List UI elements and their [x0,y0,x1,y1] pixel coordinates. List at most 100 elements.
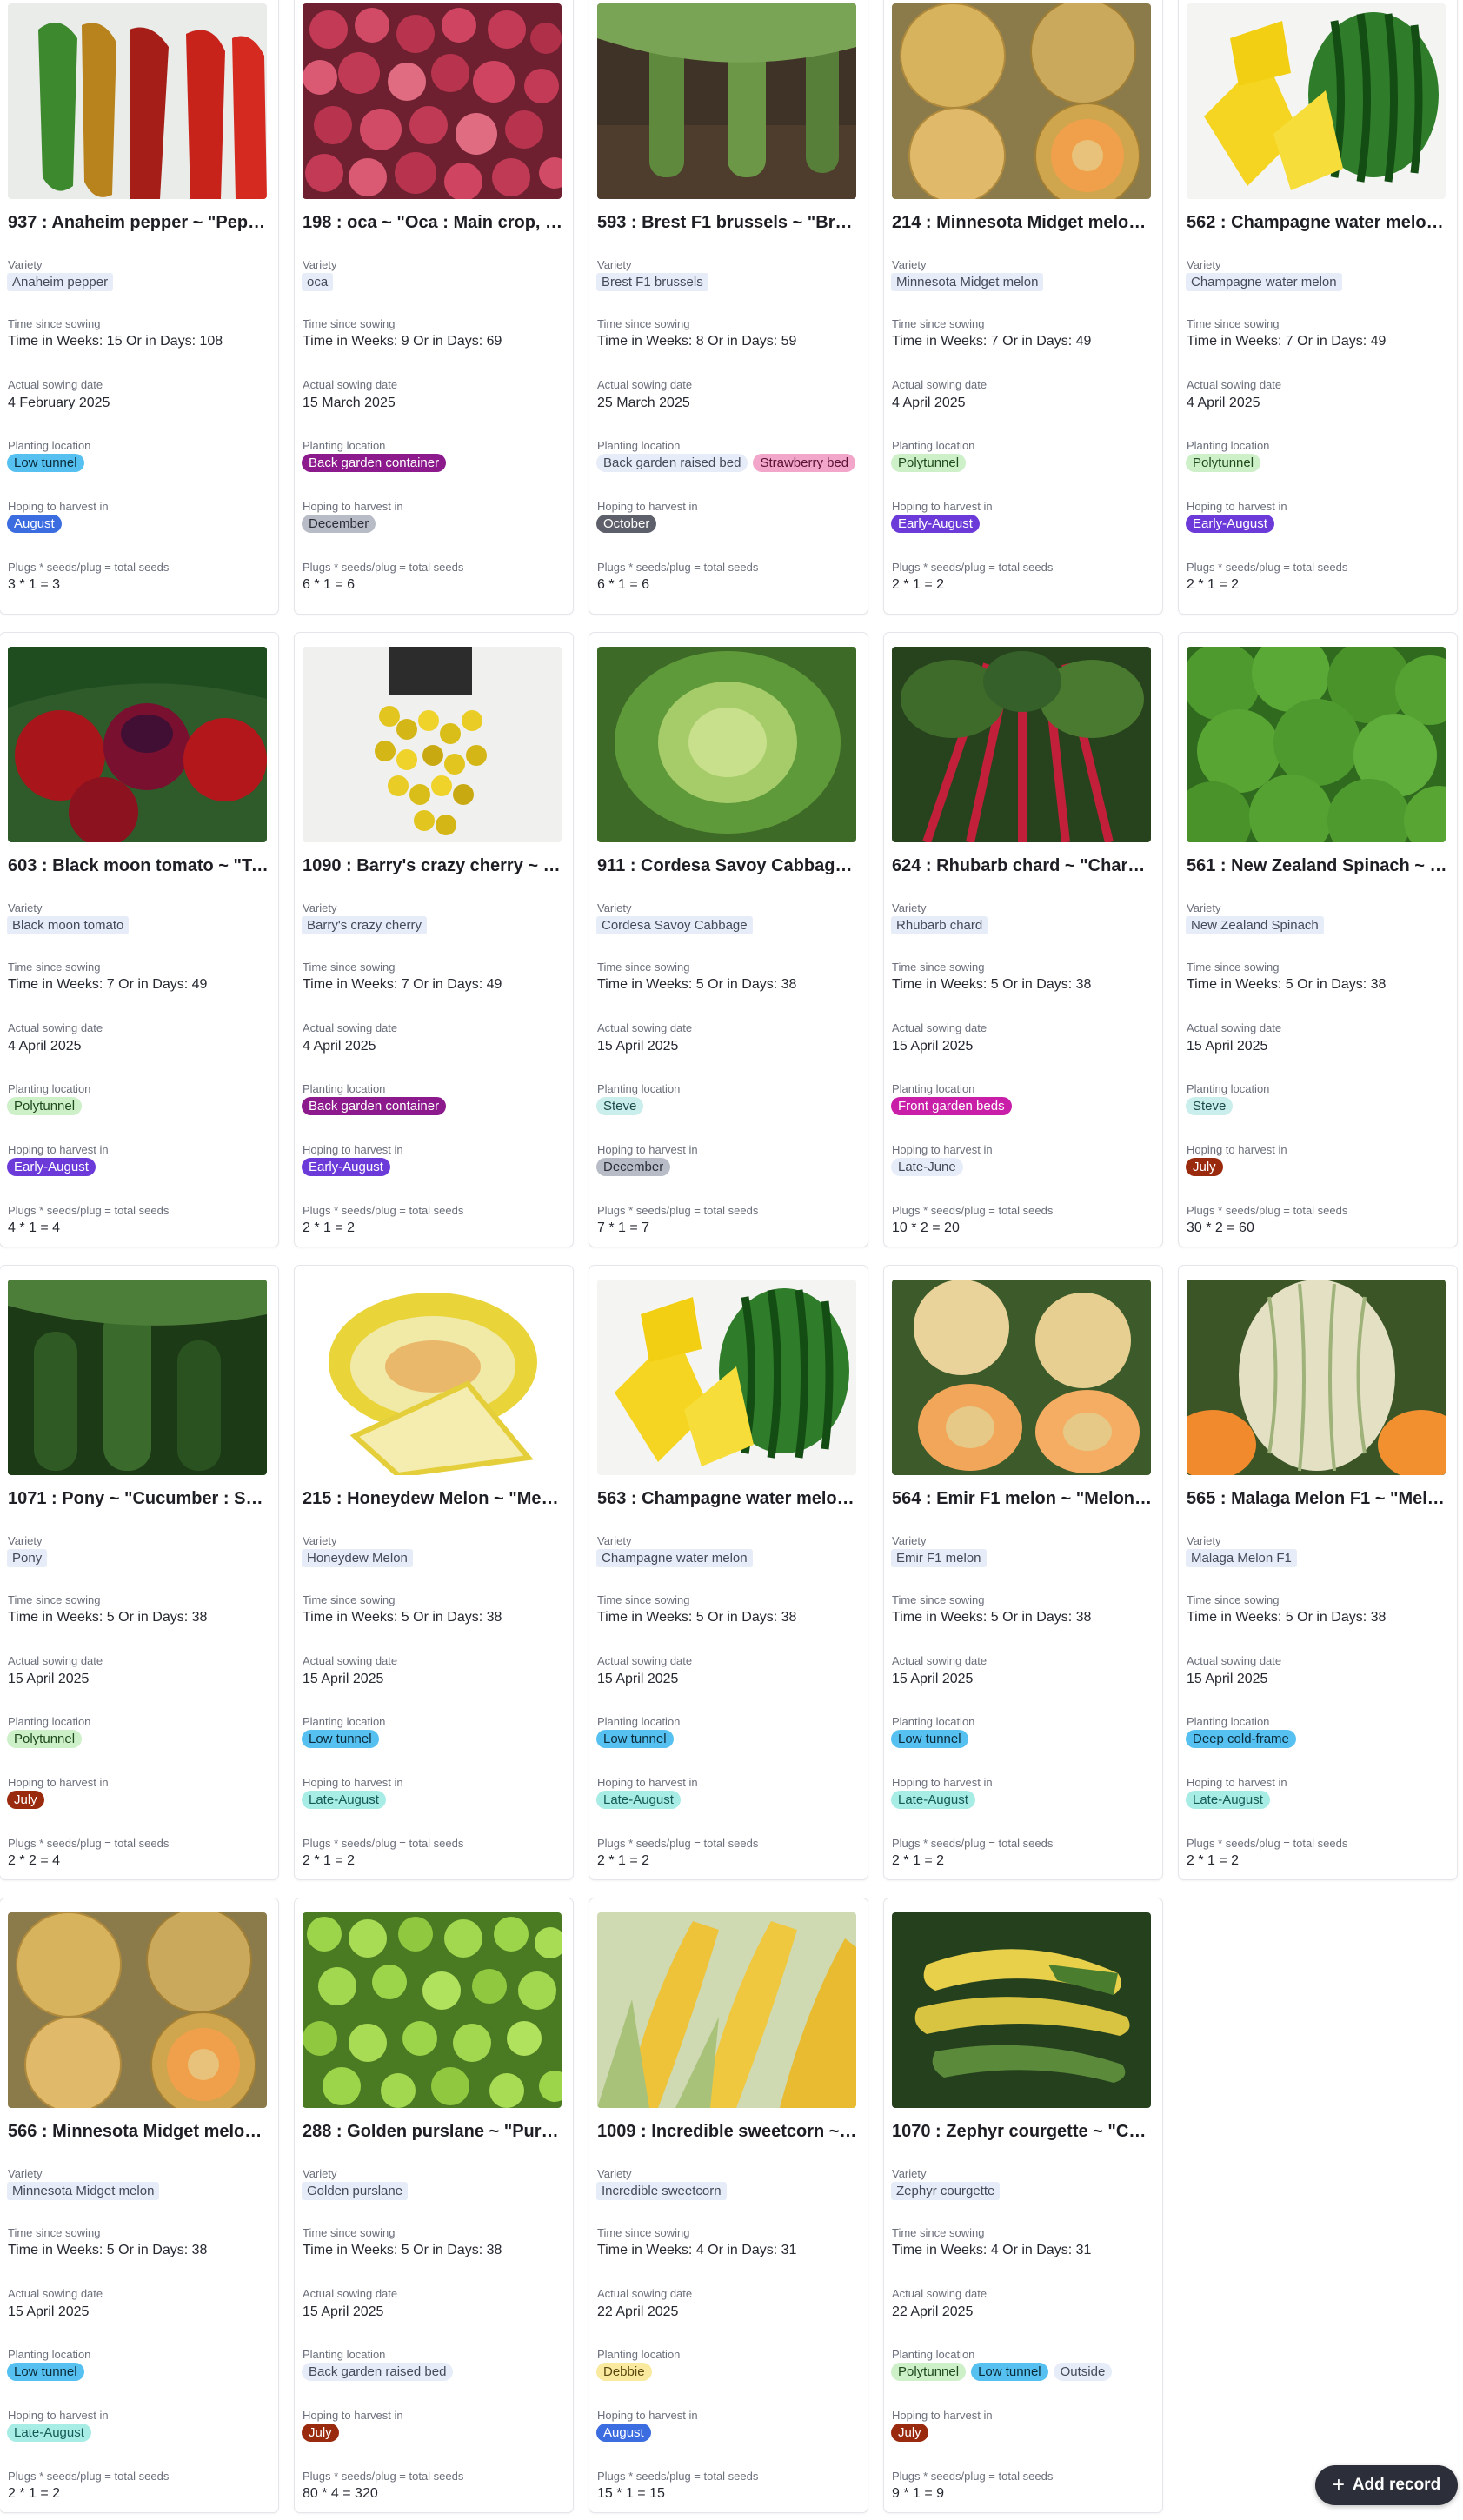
harvest-chip: July [302,2424,339,2442]
harvest-chip: Late-August [1186,1791,1270,1809]
field-label-variety: Variety [303,258,337,271]
record-card[interactable]: 1070 : Zephyr courgette ~ "Courgette" Var… [884,1898,1162,2512]
harvest-chips: Late-June [891,1158,1156,1176]
field-label-plugs: Plugs * seeds/plug = total seeds [892,1204,1054,1217]
planting-location-chips: Low tunnel [7,454,272,472]
record-card[interactable]: 214 : Minnesota Midget melon ~ "Melon" Va… [884,0,1162,614]
plugs-value: 6 * 1 = 6 [303,577,356,592]
field-label-plugs: Plugs * seeds/plug = total seeds [8,2470,170,2483]
record-card[interactable]: 215 : Honeydew Melon ~ "Melon" Variety Hon… [295,1266,573,1879]
record-title[interactable]: 561 : New Zealand Spinach ~ "Spinach" [1187,856,1447,876]
field-label-plugs: Plugs * seeds/plug = total seeds [597,561,759,574]
melon-photo [8,1912,267,2108]
field-label-sowing-date: Actual sowing date [892,1021,988,1034]
record-title[interactable]: 937 : Anaheim pepper ~ "Pepper : Sweet" [8,213,269,233]
record-card[interactable]: 624 : Rhubarb chard ~ "Chard : Swiss" Var… [884,633,1162,1247]
record-card[interactable]: 1071 : Pony ~ "Cucumber : Second early" V… [0,1266,278,1879]
record-title[interactable]: 215 : Honeydew Melon ~ "Melon" [303,1489,563,1509]
record-card[interactable]: 563 : Champagne water melon ~ "Watermelo… [589,1266,868,1879]
harvest-chips: July [891,2424,1156,2442]
plugs-value: 30 * 2 = 60 [1187,1220,1254,1235]
field-label-time-since-sowing: Time since sowing [303,1593,396,1606]
record-title[interactable]: 198 : oca ~ "Oca : Main crop, Sown" [303,213,563,233]
planting-location-chip: Back garden raised bed [596,454,748,472]
field-label-planting-location: Planting location [8,1082,91,1095]
field-label-plugs: Plugs * seeds/plug = total seeds [597,1837,759,1850]
harvest-chip: Late-August [7,2424,91,2442]
record-title[interactable]: 911 : Cordesa Savoy Cabbage ~ "Cabbage" [597,856,858,876]
record-card[interactable]: 1090 : Barry's crazy cherry ~ "Tomato" Va… [295,633,573,1247]
field-label-sowing-date: Actual sowing date [1187,1654,1282,1667]
cabbage-photo [597,647,856,842]
plus-icon: + [1332,2473,1345,2497]
record-card[interactable]: 565 : Malaga Melon F1 ~ "Melon" Variety Ma… [1179,1266,1457,1879]
sowing-date-value: 15 April 2025 [303,1672,384,1686]
record-title[interactable]: 1071 : Pony ~ "Cucumber : Second early" [8,1489,269,1509]
harvest-chips: Late-August [302,1791,567,1809]
record-title[interactable]: 566 : Minnesota Midget melon ~ "Melon" [8,2122,269,2142]
record-card[interactable]: 603 : Black moon tomato ~ "Tomato" Variet… [0,633,278,1247]
plugs-value: 2 * 1 = 2 [303,1853,356,1868]
field-label-harvest: Hoping to harvest in [597,1143,698,1156]
time-since-sowing-value: Time in Weeks: 5 Or in Days: 38 [597,1610,797,1625]
record-title[interactable]: 214 : Minnesota Midget melon ~ "Melon" [892,213,1153,233]
planting-location-chips: Front garden beds [891,1097,1156,1115]
spinach-photo [1187,647,1446,842]
field-label-harvest: Hoping to harvest in [1187,1776,1287,1789]
add-record-button[interactable]: + Add record [1315,2465,1458,2505]
record-card[interactable]: 937 : Anaheim pepper ~ "Pepper : Sweet" V… [0,0,278,614]
record-card[interactable]: 593 : Brest F1 brussels ~ "Brussels spro… [589,0,868,614]
harvest-chip: July [891,2424,928,2442]
planting-location-chip: Strawberry bed [753,454,856,472]
field-label-sowing-date: Actual sowing date [8,1654,103,1667]
sowing-date-value: 4 April 2025 [8,1039,82,1054]
sowing-date-value: 22 April 2025 [892,2304,974,2319]
field-label-planting-location: Planting location [597,2348,681,2361]
field-label-variety: Variety [8,2167,43,2180]
record-card[interactable]: 1009 : Incredible sweetcorn ~ "Sweetcorn… [589,1898,868,2512]
record-title[interactable]: 1070 : Zephyr courgette ~ "Courgette" [892,2122,1153,2142]
record-card[interactable]: 198 : oca ~ "Oca : Main crop, Sown" Varie… [295,0,573,614]
field-label-harvest: Hoping to harvest in [303,500,403,513]
cucumber-photo [8,1280,267,1475]
record-title[interactable]: 562 : Champagne water melon ~ "Watermelo… [1187,213,1447,233]
record-card[interactable]: 562 : Champagne water melon ~ "Watermelo… [1179,0,1457,614]
record-card[interactable]: 566 : Minnesota Midget melon ~ "Melon" Va… [0,1898,278,2512]
record-card[interactable]: 288 : Golden purslane ~ "Purslane" Variet… [295,1898,573,2512]
plugs-value: 15 * 1 = 15 [597,2486,665,2501]
record-card[interactable]: 564 : Emir F1 melon ~ "Melon : Canteloup… [884,1266,1162,1879]
record-title[interactable]: 624 : Rhubarb chard ~ "Chard : Swiss" [892,856,1153,876]
record-title[interactable]: 565 : Malaga Melon F1 ~ "Melon" [1187,1489,1447,1509]
field-label-variety: Variety [892,901,927,914]
record-title[interactable]: 593 : Brest F1 brussels ~ "Brussels spro… [597,213,858,233]
variety-chips: Honeydew Melon [302,1549,567,1567]
field-label-planting-location: Planting location [597,1082,681,1095]
plugs-value: 2 * 1 = 2 [1187,1853,1240,1868]
planting-location-chips: Back garden raised bed [302,2363,567,2381]
field-label-time-since-sowing: Time since sowing [8,961,101,974]
variety-chips: Rhubarb chard [891,916,1156,934]
record-title[interactable]: 1009 : Incredible sweetcorn ~ "Sweetcorn… [597,2122,858,2142]
record-title[interactable]: 564 : Emir F1 melon ~ "Melon : Canteloup… [892,1489,1153,1509]
variety-chip: Barry's crazy cherry [302,916,428,934]
field-label-variety: Variety [303,901,337,914]
plugs-value: 10 * 2 = 20 [892,1220,960,1235]
planting-location-chip: Low tunnel [596,1730,674,1748]
time-since-sowing-value: Time in Weeks: 4 Or in Days: 31 [892,2243,1092,2257]
field-label-time-since-sowing: Time since sowing [597,1593,690,1606]
record-title[interactable]: 288 : Golden purslane ~ "Purslane" [303,2122,563,2142]
field-label-time-since-sowing: Time since sowing [303,961,396,974]
record-title[interactable]: 603 : Black moon tomato ~ "Tomato" [8,856,269,876]
harvest-chip: Late-August [596,1791,681,1809]
harvest-chips: Early-August [891,515,1156,533]
field-label-plugs: Plugs * seeds/plug = total seeds [892,1837,1054,1850]
pepper-photo [8,3,267,199]
record-card[interactable]: 911 : Cordesa Savoy Cabbage ~ "Cabbage" V… [589,633,868,1247]
record-title[interactable]: 1090 : Barry's crazy cherry ~ "Tomato" [303,856,563,876]
record-card[interactable]: 561 : New Zealand Spinach ~ "Spinach" Var… [1179,633,1457,1247]
field-label-plugs: Plugs * seeds/plug = total seeds [8,1204,170,1217]
record-title[interactable]: 563 : Champagne water melon ~ "Watermelo… [597,1489,858,1509]
field-label-harvest: Hoping to harvest in [1187,500,1287,513]
add-record-label: Add record [1352,2476,1441,2494]
variety-chips: Zephyr courgette [891,2182,1156,2200]
